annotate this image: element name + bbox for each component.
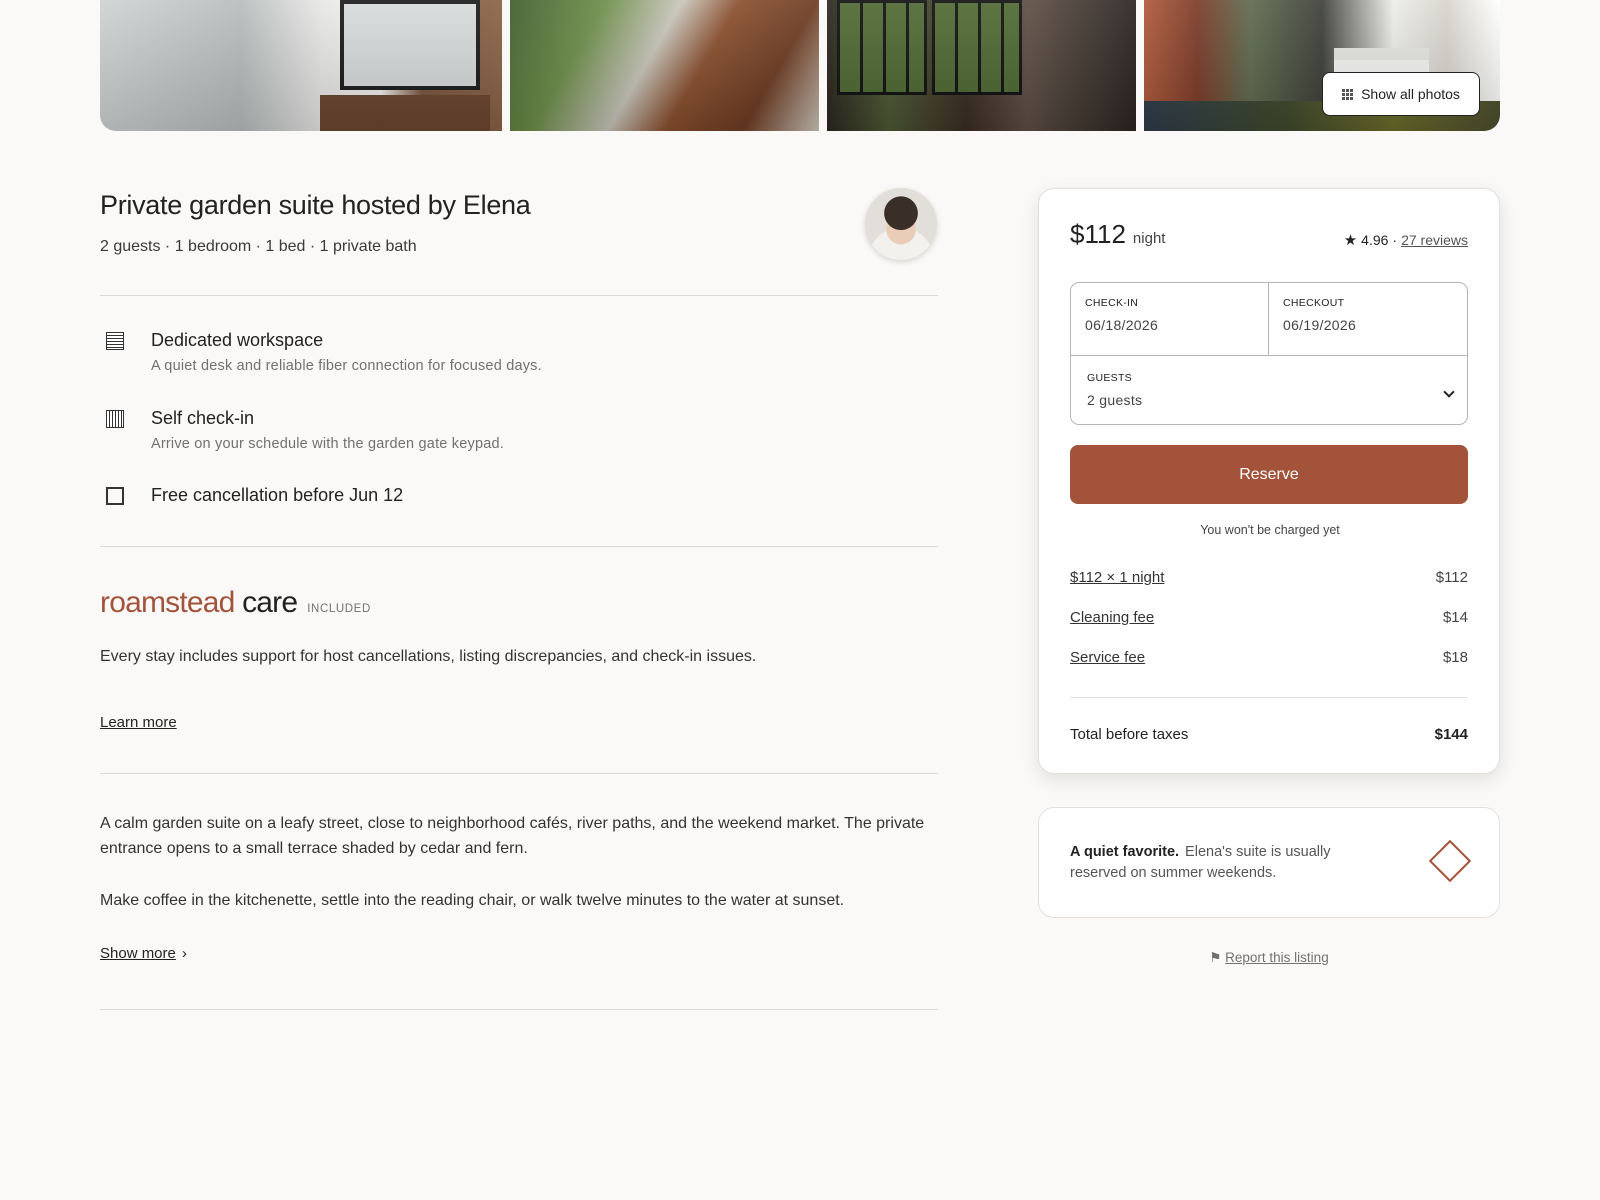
listing-subtitle: 2 guests · 1 bedroom · 1 bed · 1 private… xyxy=(100,238,417,255)
checkin-value: 06/18/2026 xyxy=(1085,317,1159,333)
date-guest-picker: CHECK-IN 06/18/2026 CHECKOUT 06/19/2026 … xyxy=(1070,282,1468,425)
price-line-item: Service fee $18 xyxy=(1070,649,1468,666)
show-all-photos-button[interactable]: Show all photos xyxy=(1322,72,1480,116)
favorite-message: A quiet favorite. Elena's suite is usuall… xyxy=(1070,842,1370,884)
rating-separator: · xyxy=(1392,232,1398,248)
line-item-amount: $18 xyxy=(1442,649,1468,666)
description-paragraph: A calm garden suite on a leafy street, c… xyxy=(100,815,925,857)
description-paragraph: Make coffee in the kitchenette, settle i… xyxy=(100,892,845,909)
photo-gallery xyxy=(100,0,1500,131)
rating-summary: ★ 4.96 · 27 reviews xyxy=(1344,231,1468,249)
price-line-item: Cleaning fee $14 xyxy=(1070,609,1468,626)
gallery-photo-garden[interactable] xyxy=(510,0,819,131)
chevron-right-icon: › xyxy=(181,945,187,962)
price-unit: night xyxy=(1132,230,1166,247)
checkout-value: 06/19/2026 xyxy=(1283,317,1357,333)
show-more-label: Show more xyxy=(100,945,176,962)
divider xyxy=(100,546,938,547)
workspace-icon xyxy=(106,332,124,350)
divider xyxy=(1070,697,1468,698)
window xyxy=(932,0,1022,95)
care-heading: roamstead care INCLUDED xyxy=(100,586,371,620)
feature-description: Arrive on your schedule with the garden … xyxy=(151,436,504,452)
no-charge-note: You won't be charged yet xyxy=(1200,523,1340,537)
price-line-item: $112 × 1 night $112 xyxy=(1070,569,1468,586)
favorite-heading: A quiet favorite. xyxy=(1070,844,1180,860)
host-avatar[interactable] xyxy=(865,188,937,260)
care-description: Every stay includes support for host can… xyxy=(100,648,757,665)
flag-icon: ⚑ xyxy=(1209,950,1222,965)
report-listing[interactable]: ⚑ Report this listing xyxy=(1038,950,1500,966)
divider xyxy=(100,295,938,296)
total-row: Total before taxes $144 xyxy=(1070,726,1468,743)
feature-title: Self check-in xyxy=(151,408,255,428)
total-amount: $144 xyxy=(1434,726,1468,743)
total-label: Total before taxes xyxy=(1070,726,1189,743)
report-listing-link[interactable]: Report this listing xyxy=(1225,950,1329,965)
window xyxy=(837,0,927,95)
guests-value: 2 guests xyxy=(1087,392,1143,408)
calendar-icon xyxy=(106,487,124,505)
listing-title: Private garden suite hosted by Elena xyxy=(100,190,531,220)
care-included-badge: INCLUDED xyxy=(307,603,371,615)
guests-select[interactable]: GUESTS 2 guests xyxy=(1071,355,1467,424)
line-item-label[interactable]: $112 × 1 night xyxy=(1070,569,1164,586)
grid-icon xyxy=(1342,88,1354,100)
quiet-favorite-card: A quiet favorite. Elena's suite is usuall… xyxy=(1038,807,1500,918)
gallery-photo-bathroom[interactable] xyxy=(100,0,502,131)
booking-card: $112 night ★ 4.96 · 27 reviews CHECK-IN … xyxy=(1038,188,1500,774)
star-icon: ★ xyxy=(1343,232,1358,249)
check-in-icon xyxy=(106,410,124,428)
reviews-link[interactable]: 27 reviews xyxy=(1401,232,1468,248)
show-more-button[interactable]: Show more › xyxy=(100,945,187,962)
line-item-label[interactable]: Service fee xyxy=(1070,649,1145,666)
mirror xyxy=(340,0,480,90)
line-item-label[interactable]: Cleaning fee xyxy=(1070,609,1154,626)
checkout-label: CHECKOUT xyxy=(1283,297,1345,309)
rating-value: 4.96 xyxy=(1361,232,1389,248)
price-amount: $112 xyxy=(1070,219,1126,249)
divider xyxy=(100,1009,938,1010)
line-item-amount: $14 xyxy=(1442,609,1468,626)
checkout-field[interactable]: CHECKOUT 06/19/2026 xyxy=(1269,283,1467,355)
show-all-photos-label: Show all photos xyxy=(1361,86,1460,102)
gallery-photo-living-room[interactable] xyxy=(827,0,1136,131)
guests-label: GUESTS xyxy=(1087,372,1132,384)
learn-more-link[interactable]: Learn more xyxy=(100,714,177,731)
feature-title: Free cancellation before Jun 12 xyxy=(151,485,404,505)
vanity xyxy=(320,95,490,131)
checkin-label: CHECK-IN xyxy=(1085,297,1139,309)
nightly-price: $112 night xyxy=(1070,219,1165,250)
feature-title: Dedicated workspace xyxy=(151,330,324,350)
checkin-field[interactable]: CHECK-IN 06/18/2026 xyxy=(1071,283,1269,355)
reserve-button[interactable]: Reserve xyxy=(1070,445,1468,504)
line-item-amount: $112 xyxy=(1435,569,1468,586)
divider xyxy=(100,773,938,774)
feature-description: A quiet desk and reliable fiber connecti… xyxy=(151,358,542,374)
care-logo: roamstead care xyxy=(100,586,298,619)
diamond-icon xyxy=(1428,839,1472,883)
